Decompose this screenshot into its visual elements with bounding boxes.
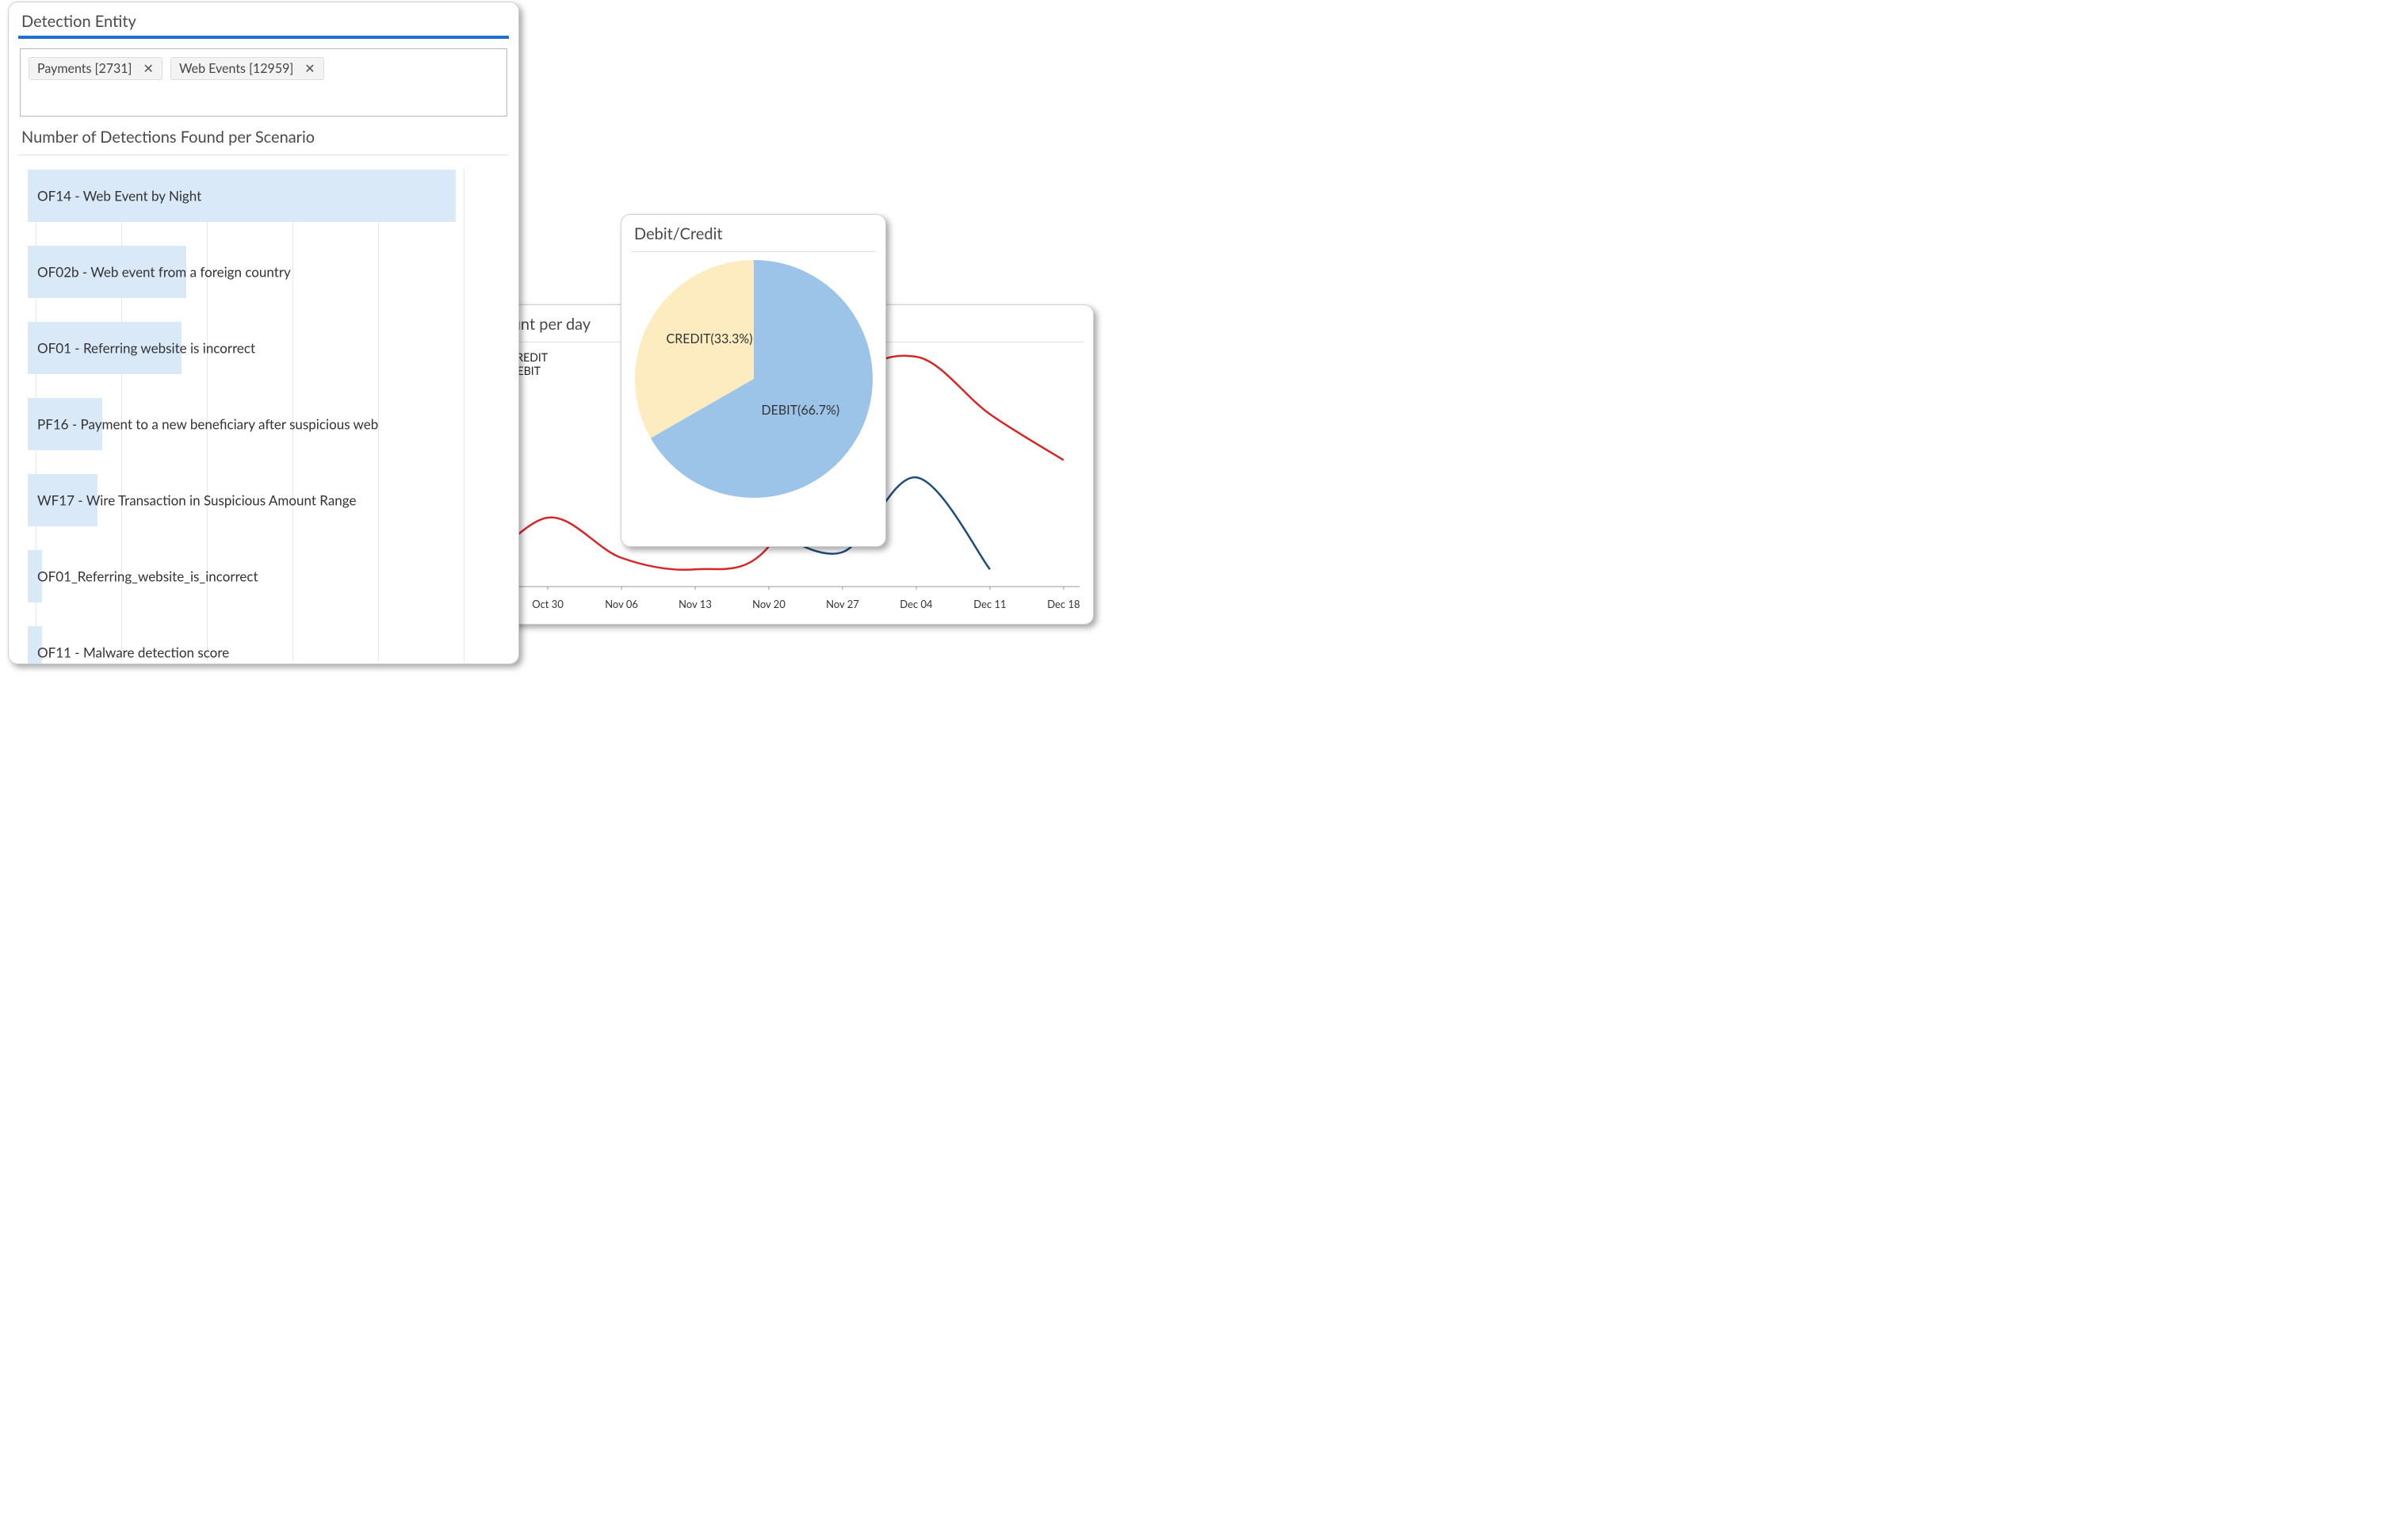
panel-title: Detection Entity <box>9 2 518 36</box>
close-icon[interactable]: ✕ <box>301 61 318 76</box>
x-tick-label: Dec 18 <box>1047 598 1080 610</box>
section-title: Number of Detections Found per Scenario <box>9 124 518 151</box>
bar-label: OF14 - Web Event by Night <box>37 188 201 205</box>
pie-label-credit: CREDIT(33.3%) <box>667 331 753 346</box>
panel-title: Debit/Credit <box>621 215 885 248</box>
x-tick-label: Dec 04 <box>900 598 932 610</box>
bar-row: OF01_Referring_website_is_incorrect <box>28 550 509 602</box>
bar-label: OF01_Referring_website_is_incorrect <box>37 568 258 585</box>
bar-chart: OF14 - Web Event by Night OF02b - Web eve… <box>28 170 509 661</box>
bar-label: OF02b - Web event from a foreign country <box>37 264 291 281</box>
bar-label: PF16 - Payment to a new beneficiary afte… <box>37 416 378 433</box>
bar-row: OF14 - Web Event by Night <box>28 170 509 222</box>
bar-label: OF11 - Malware detection score <box>37 644 229 661</box>
pie-chart: CREDIT(33.3%) DEBIT(66.7%) <box>635 260 873 498</box>
x-tick-label: Oct 30 <box>532 598 564 610</box>
debit-credit-panel: Debit/Credit CREDIT(33.3%) DEBIT(66.7%) <box>621 214 886 547</box>
pie-svg <box>635 260 873 498</box>
chip-label: Payments [2731] <box>37 61 132 76</box>
filter-chip-box[interactable]: Payments [2731] ✕ Web Events [12959] ✕ <box>20 48 507 117</box>
x-tick-label: Nov 20 <box>752 598 785 610</box>
pie-label-debit: DEBIT(66.7%) <box>762 403 840 418</box>
bar-row: OF02b - Web event from a foreign country <box>28 246 509 298</box>
bar-label: WF17 - Wire Transaction in Suspicious Am… <box>37 492 356 509</box>
close-icon[interactable]: ✕ <box>140 61 156 76</box>
bar-row: OF01 - Referring website is incorrect <box>28 322 509 374</box>
bar-row: WF17 - Wire Transaction in Suspicious Am… <box>28 474 509 526</box>
x-tick-label: Nov 13 <box>678 598 712 610</box>
bar-row: OF11 - Malware detection score <box>28 626 509 664</box>
bar-row: PF16 - Payment to a new beneficiary afte… <box>28 398 509 450</box>
x-tick-label: Nov 27 <box>826 598 859 610</box>
bar-label: OF01 - Referring website is incorrect <box>37 340 255 357</box>
chip-label: Web Events [12959] <box>179 61 293 76</box>
divider <box>631 251 876 252</box>
filter-chip-payments[interactable]: Payments [2731] ✕ <box>29 57 162 80</box>
filter-chip-webevents[interactable]: Web Events [12959] ✕ <box>170 57 324 80</box>
detection-entity-panel: Detection Entity Payments [2731] ✕ Web E… <box>8 2 519 664</box>
x-tick-label: Dec 11 <box>973 598 1006 610</box>
accent-bar <box>18 36 509 39</box>
x-tick-label: Nov 06 <box>605 598 638 610</box>
